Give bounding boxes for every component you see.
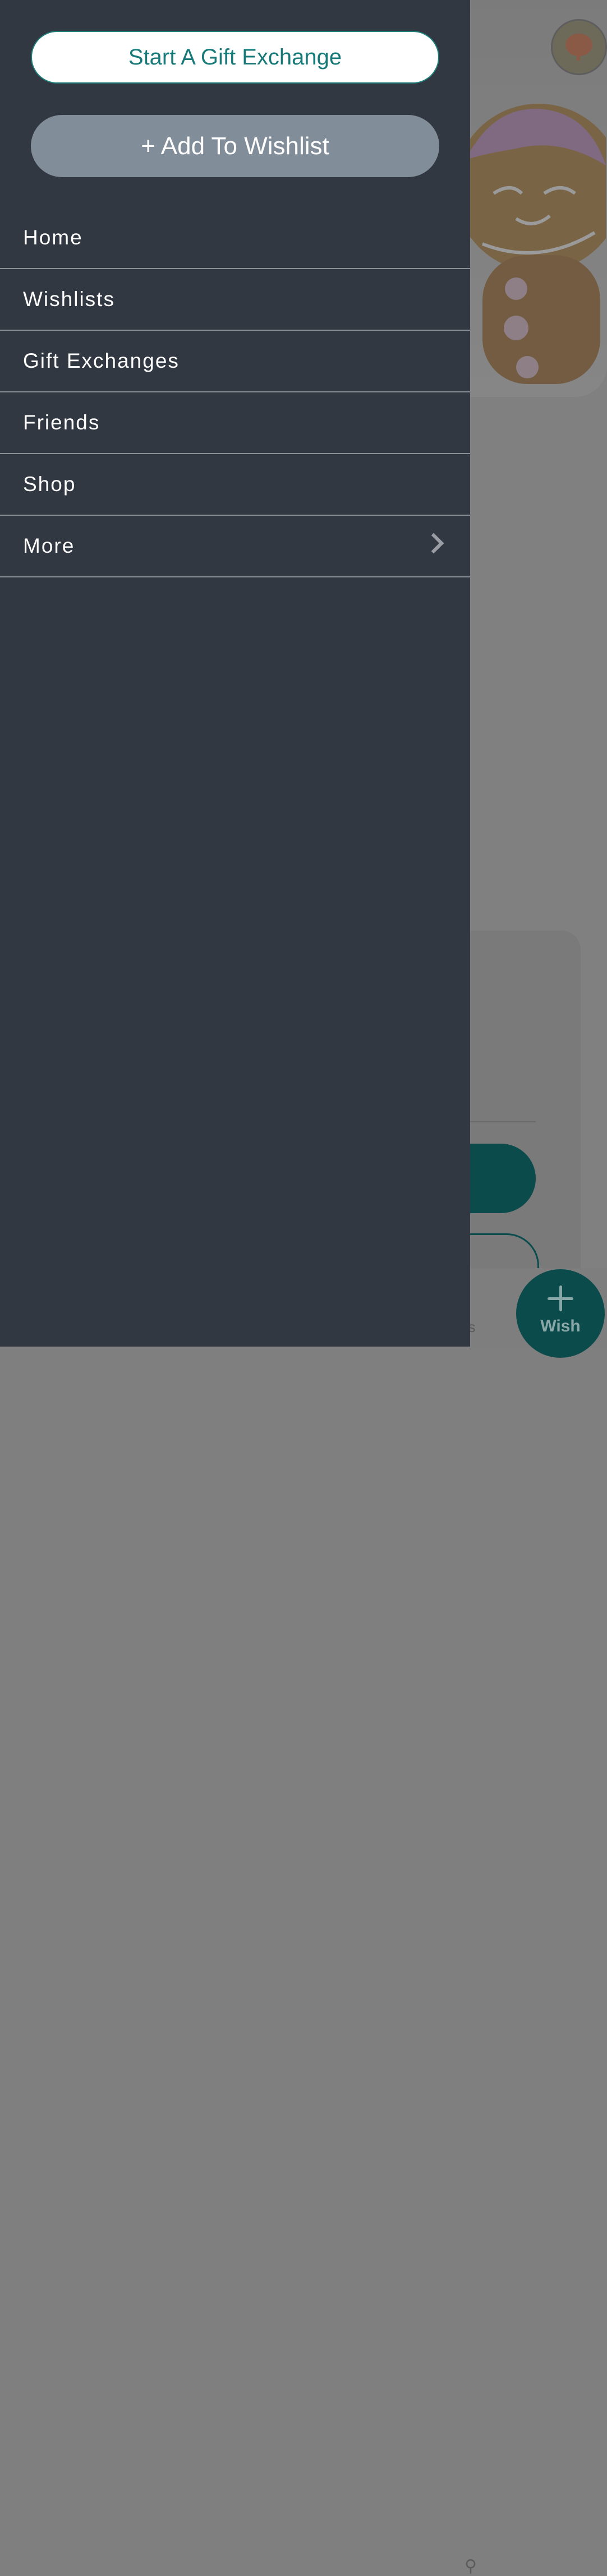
plus-icon (548, 1285, 573, 1311)
background-divider (460, 1121, 536, 1122)
start-gift-exchange-button[interactable]: Start A Gift Exchange (31, 31, 439, 84)
menu-item-gift-exchanges[interactable]: Gift Exchanges (0, 331, 470, 392)
menu-item-label: More (23, 534, 75, 557)
menu-item-friends[interactable]: Friends (0, 392, 470, 454)
friends-nav-icon: ⚲ (465, 2557, 477, 2575)
menu-item-label: Friends (23, 411, 100, 434)
menu-item-label: Gift Exchanges (23, 349, 180, 372)
wish-fab-label: Wish (540, 1317, 581, 1335)
menu-item-label: Wishlists (23, 288, 115, 311)
menu-item-label: Home (23, 226, 83, 249)
menu-item-more[interactable]: More (0, 516, 470, 577)
navigation-drawer: Start A Gift Exchange + Add To Wishlist … (0, 0, 470, 1347)
add-to-wishlist-button[interactable]: + Add To Wishlist (31, 115, 439, 177)
menu-item-home[interactable]: Home (0, 207, 470, 269)
drawer-menu: Home Wishlists Gift Exchanges Friends Sh… (0, 207, 470, 577)
menu-item-shop[interactable]: Shop (0, 454, 470, 516)
gingerbread-cookie-image (454, 104, 606, 384)
menu-item-label: Shop (23, 473, 76, 496)
brain-avatar-icon[interactable] (551, 19, 607, 75)
menu-item-wishlists[interactable]: Wishlists (0, 269, 470, 331)
wish-fab-button[interactable]: Wish (516, 1269, 605, 1358)
chevron-right-icon (423, 533, 444, 554)
